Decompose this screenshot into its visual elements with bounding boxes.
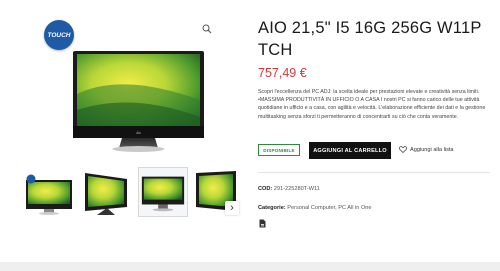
sku-row: COD: 291-225280T-W11: [258, 186, 320, 192]
heart-icon: [399, 146, 407, 153]
sku-label: COD:: [258, 186, 273, 192]
chevron-right-icon: ›: [230, 201, 234, 214]
touch-badge-label: TOUCH: [47, 31, 71, 39]
availability-badge: DISPONIBILE: [258, 144, 300, 156]
category-separator: ,: [335, 205, 337, 211]
touch-badge: TOUCH: [44, 20, 74, 50]
description-paragraph: •MASSIMA PRODUTTIVITÀ IN UFFICIO O A CAS…: [258, 97, 486, 120]
search-icon[interactable]: [202, 24, 212, 34]
product-page: Aio TOUCH › AIO 21,5" I5 16G 256G W11P T…: [0, 0, 500, 262]
categories-label: Categorie:: [258, 205, 286, 211]
categories-row: Categorie: Personal Computer, PC All in …: [258, 205, 372, 211]
document-icon[interactable]: [258, 219, 267, 228]
product-title: AIO 21,5" I5 16G 256G W11P TCH: [258, 19, 482, 59]
add-to-cart-button[interactable]: AGGIUNGI AL CARRELLO: [309, 142, 391, 159]
category-link[interactable]: Personal Computer: [287, 205, 335, 211]
product-price: 757,49 €: [258, 66, 307, 80]
thumbnail-3[interactable]: [138, 167, 188, 217]
thumbnail-1[interactable]: [24, 167, 74, 217]
divider: [258, 172, 490, 173]
footer-strip: [0, 262, 500, 271]
thumbnail-2[interactable]: [81, 167, 131, 217]
wishlist-label: Aggiungi alla lista: [410, 146, 454, 153]
screen-brand-label: Aio: [136, 131, 141, 135]
category-link[interactable]: PC All in One: [338, 205, 371, 211]
sku-value: 291-225280T-W11: [273, 186, 320, 192]
description-paragraph: Scopri l'eccellenza del PC ADJ: la scelt…: [258, 89, 480, 95]
add-to-wishlist-link[interactable]: Aggiungi alla lista: [399, 146, 454, 153]
product-description: Scopri l'eccellenza del PC ADJ: la scelt…: [258, 88, 488, 121]
thumbnail-next-button[interactable]: ›: [225, 201, 239, 215]
